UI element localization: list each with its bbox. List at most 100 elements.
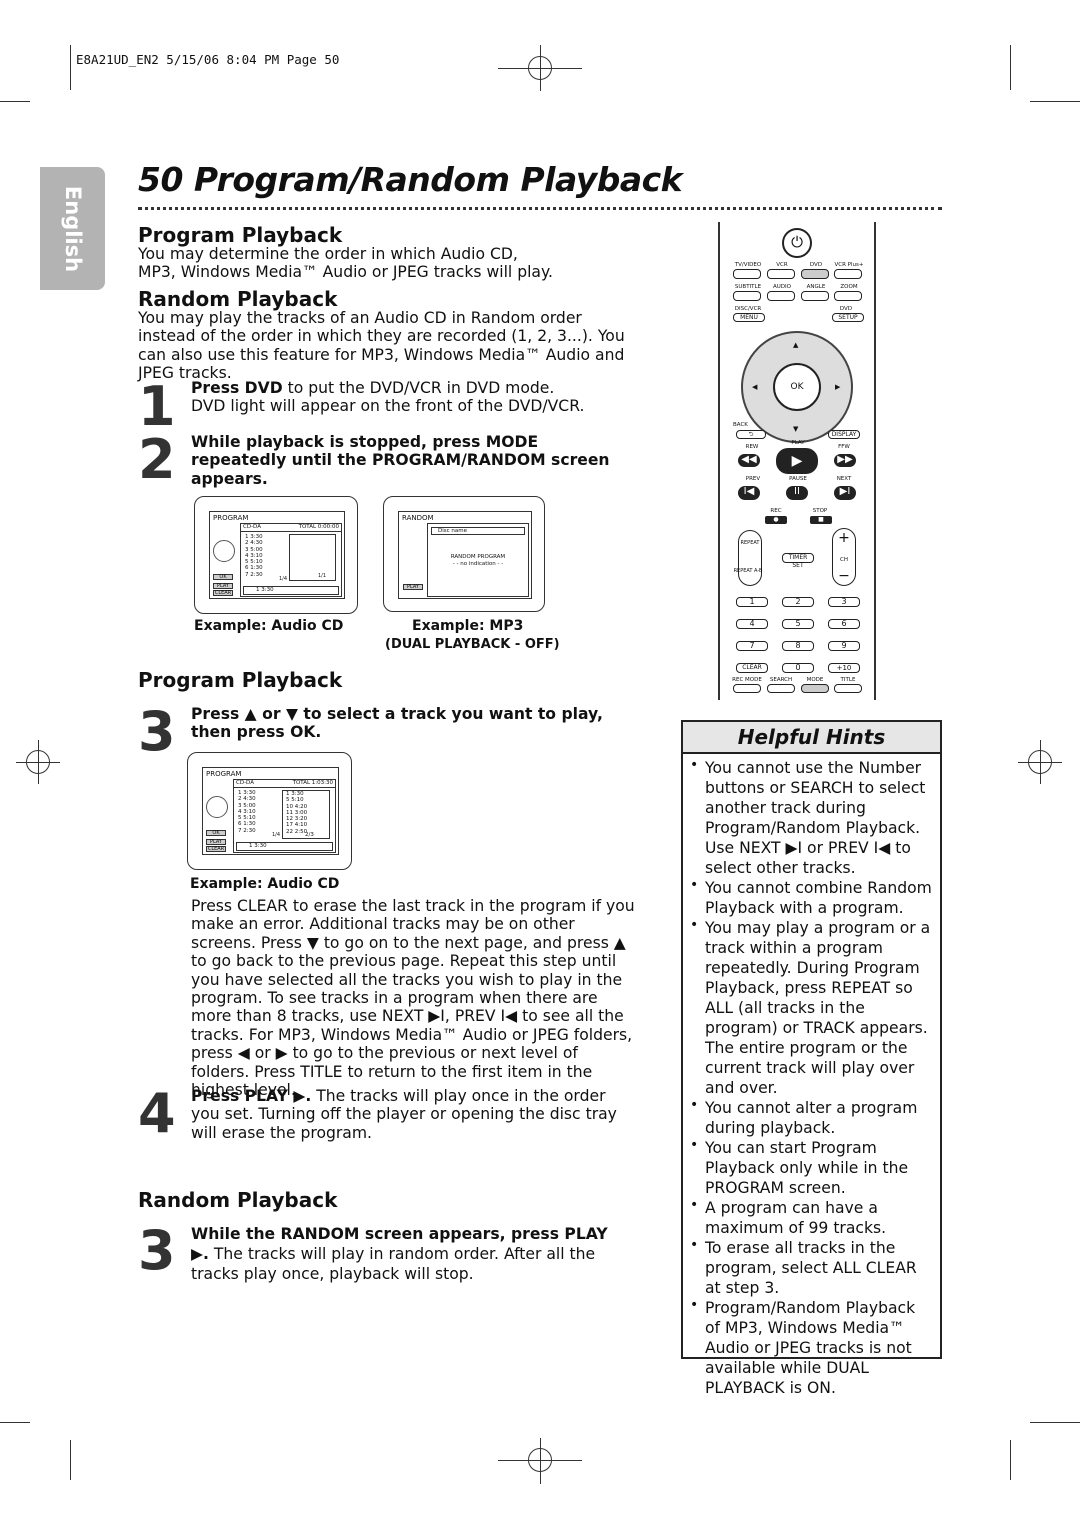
registration-mark bbox=[1028, 750, 1052, 774]
pause-button[interactable]: II bbox=[786, 486, 808, 500]
arrow-right-icon: ▶ bbox=[835, 383, 841, 391]
step-text: Press PLAY ▶. The tracks will play once … bbox=[191, 1087, 617, 1142]
list-item: 3 5:00 bbox=[245, 546, 263, 553]
remote-button-angle[interactable] bbox=[801, 291, 829, 301]
fast-forward-button[interactable]: ▶▶ bbox=[834, 454, 856, 467]
button-label: CH bbox=[840, 557, 848, 563]
intro-text: You may determine the order in which Aud… bbox=[138, 245, 553, 282]
remote-button-search[interactable] bbox=[767, 684, 795, 693]
rec-button[interactable]: ● bbox=[765, 516, 787, 524]
crop-mark bbox=[70, 45, 71, 90]
list-item: You cannot combine Random Playback with … bbox=[690, 875, 932, 918]
step-text: Press DVD to put the DVD/VCR in DVD mode… bbox=[191, 379, 585, 416]
remote-button-vcr[interactable] bbox=[767, 269, 795, 279]
step-number: 1 bbox=[138, 375, 176, 438]
hints-list: You cannot use the Number buttons or SEA… bbox=[683, 754, 940, 1398]
random-screen-illustration: RANDOM PLAY Disc name RANDOM PROGRAM - -… bbox=[383, 496, 545, 612]
digit-button-5[interactable]: 5 bbox=[782, 619, 814, 629]
menu-button[interactable]: MENU bbox=[733, 313, 765, 322]
button-label: PREV bbox=[745, 476, 761, 482]
arrow-up-icon: ▲ bbox=[793, 341, 799, 349]
remote-button-rec-mode[interactable] bbox=[733, 684, 761, 693]
dpad-icon bbox=[206, 796, 228, 818]
remote-button-title[interactable] bbox=[834, 684, 862, 693]
step-number: 3 bbox=[138, 1219, 176, 1282]
remote-button-tvvideo[interactable] bbox=[733, 269, 761, 279]
button-label: DVD bbox=[839, 306, 853, 312]
timer-set-button[interactable]: TIMER SET bbox=[782, 553, 814, 569]
digit-button-8[interactable]: 8 bbox=[782, 641, 814, 651]
display-button[interactable]: DISPLAY bbox=[828, 430, 860, 439]
list-item: You cannot alter a program during playba… bbox=[690, 1095, 932, 1138]
print-slug: E8A21UD_EN2 5/15/06 8:04 PM Page 50 bbox=[76, 52, 340, 67]
button-label: TITLE bbox=[840, 677, 856, 683]
section-heading: Random Playback bbox=[138, 287, 338, 311]
step-body: Press CLEAR to erase the last track in t… bbox=[191, 897, 635, 1100]
crop-mark bbox=[1010, 1440, 1011, 1480]
language-tab: English bbox=[40, 167, 105, 290]
registration-mark bbox=[528, 1448, 552, 1472]
helpful-hints-box: Helpful Hints You cannot use the Number … bbox=[681, 720, 942, 1397]
button-label: REC bbox=[770, 508, 782, 514]
section-heading: Random Playback bbox=[138, 1188, 338, 1212]
play-button[interactable]: ▶ bbox=[776, 448, 818, 474]
arrow-down-icon: ▼ bbox=[793, 425, 799, 433]
list-item: 6 1:30 bbox=[238, 821, 256, 828]
remote-button-zoom[interactable] bbox=[834, 291, 862, 301]
setup-button[interactable]: SETUP bbox=[832, 313, 864, 322]
crop-mark bbox=[0, 1422, 30, 1423]
list-item: You can start Program Playback only whil… bbox=[690, 1135, 932, 1198]
list-item: To erase all tracks in the program, sele… bbox=[690, 1235, 932, 1298]
step-number: 4 bbox=[138, 1082, 176, 1145]
back-button[interactable]: ⮌ bbox=[736, 430, 766, 439]
button-label: ZOOM bbox=[840, 284, 858, 290]
remote-button-vcrplus[interactable] bbox=[834, 269, 862, 279]
next-button[interactable]: ▶I bbox=[834, 486, 856, 500]
power-icon: ⏻ bbox=[782, 228, 812, 258]
list-item: Program/Random Playback of MP3, Windows … bbox=[690, 1295, 932, 1398]
digit-button-7[interactable]: 7 bbox=[736, 641, 768, 651]
list-item: 7 2:30 bbox=[245, 571, 263, 578]
registration-mark bbox=[26, 750, 50, 774]
button-label: PAUSE bbox=[789, 476, 807, 482]
digit-button-3[interactable]: 3 bbox=[828, 597, 860, 607]
hints-title: Helpful Hints bbox=[683, 722, 940, 754]
track-list: 1 3:30 2 4:30 3 5:00 4 3:10 5 5:10 6 1:30 7 2:… bbox=[245, 534, 263, 578]
prev-button[interactable]: I◀ bbox=[738, 486, 760, 500]
caption: Example: Audio CD bbox=[194, 618, 344, 634]
button-label: STOP bbox=[812, 508, 828, 514]
button-label: REPEAT bbox=[740, 540, 760, 546]
digit-button-9[interactable]: 9 bbox=[828, 641, 860, 651]
list-item: 6 1:30 bbox=[245, 565, 263, 572]
button-label: VCR Plus+ bbox=[834, 262, 864, 268]
button-label: FFW bbox=[838, 444, 850, 450]
button-label: REPEAT A-B bbox=[733, 568, 763, 574]
intro-text: You may play the tracks of an Audio CD i… bbox=[138, 309, 625, 383]
button-label: DISC/VCR bbox=[734, 306, 762, 312]
stop-button[interactable]: ■ bbox=[810, 516, 832, 524]
step-text: While the RANDOM screen appears, press P… bbox=[191, 1225, 608, 1283]
digit-button-1[interactable]: 1 bbox=[736, 597, 768, 607]
page-title: 50 Program/Random Playback bbox=[138, 160, 683, 199]
button-label: PLAY bbox=[791, 440, 805, 446]
repeat-button[interactable] bbox=[738, 530, 762, 586]
digit-button-2[interactable]: 2 bbox=[782, 597, 814, 607]
step-text: While playback is stopped, press MODE re… bbox=[191, 433, 610, 488]
dpad-icon bbox=[213, 540, 235, 562]
crop-mark bbox=[0, 101, 30, 102]
button-label: NEXT bbox=[836, 476, 852, 482]
rewind-button[interactable]: ◀◀ bbox=[738, 454, 760, 467]
remote-button-audio[interactable] bbox=[767, 291, 795, 301]
remote-control-illustration: ⏻ OK ▲ ▼ ◀ ▶ TV/VIDEO VCR DVD VCR Plus+ SUBT… bbox=[718, 222, 876, 700]
button-label: BACK bbox=[733, 422, 748, 428]
digit-button-0[interactable]: 0 bbox=[782, 663, 814, 673]
crop-mark bbox=[1010, 45, 1011, 90]
plus10-button[interactable]: +10 bbox=[828, 663, 860, 673]
digit-button-4[interactable]: 4 bbox=[736, 619, 768, 629]
clear-button[interactable]: CLEAR bbox=[736, 663, 768, 673]
crop-mark bbox=[1030, 101, 1080, 102]
remote-button-dvd[interactable] bbox=[801, 269, 829, 279]
digit-button-6[interactable]: 6 bbox=[828, 619, 860, 629]
remote-button-mode[interactable] bbox=[801, 684, 829, 693]
remote-button-subtitle[interactable] bbox=[733, 291, 761, 301]
